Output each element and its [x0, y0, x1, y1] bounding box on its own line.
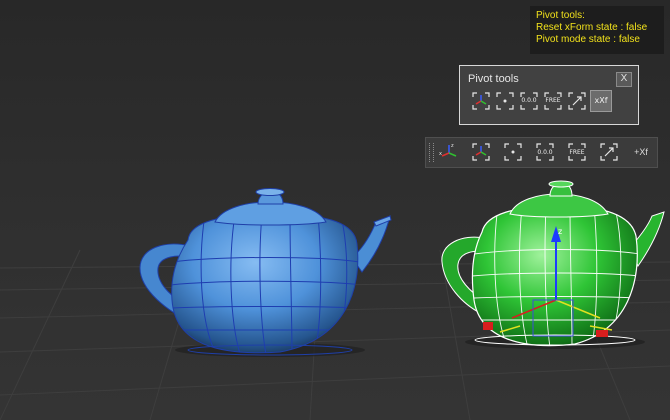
align-pivot-button[interactable] [470, 141, 492, 163]
pivot-tools-panel[interactable]: Pivot tools X 0.0.0 FREE xXf [459, 65, 639, 125]
zero-pivot-icon [520, 92, 538, 110]
reset-xform-label: xXf [594, 96, 608, 105]
scale-pivot-icon [568, 92, 586, 110]
status-pivot-mode: Pivot mode state : false [536, 34, 640, 45]
gizmo-z-label: z [558, 227, 562, 236]
viewport[interactable]: z Pivot tools: Reset xForm state : false… [0, 0, 670, 420]
panel-title: Pivot tools [468, 73, 519, 85]
xyz-axis-icon: x z [439, 143, 457, 157]
zero-pivot-button[interactable]: 0.0.0 [518, 90, 540, 112]
scene-3d[interactable]: z [0, 0, 670, 420]
scale-pivot-button[interactable] [566, 90, 588, 112]
pivot-tools-toolbar[interactable]: x z 0.0.0 FREE +Xf [425, 137, 658, 168]
reset-xform-label: +Xf [634, 147, 648, 157]
zero-pivot-button[interactable]: 0.0.0 [534, 141, 556, 163]
scale-pivot-icon [600, 143, 618, 161]
toolbar-grip-handle[interactable] [429, 143, 434, 162]
center-pivot-button[interactable] [494, 90, 516, 112]
align-pivot-button[interactable] [470, 90, 492, 112]
center-pivot-icon [496, 92, 514, 110]
svg-text:z: z [451, 143, 454, 149]
align-pivot-icon [472, 143, 490, 161]
free-pivot-icon [568, 143, 586, 161]
panel-tool-row: 0.0.0 FREE xXf [470, 90, 612, 112]
reset-xform-button[interactable]: xXf [590, 90, 612, 112]
toolbar-tool-row: x z 0.0.0 FREE +Xf [438, 141, 652, 165]
align-pivot-icon [472, 92, 490, 110]
status-title: Pivot tools: [536, 10, 585, 21]
status-overlay: Pivot tools: Reset xForm state : false P… [530, 6, 664, 54]
free-pivot-button[interactable]: FREE [566, 141, 588, 163]
center-pivot-button[interactable] [502, 141, 524, 163]
close-button[interactable]: X [616, 72, 632, 87]
free-pivot-icon [544, 92, 562, 110]
free-pivot-button[interactable]: FREE [542, 90, 564, 112]
center-pivot-icon [504, 143, 522, 161]
status-reset-xform: Reset xForm state : false [536, 22, 648, 33]
svg-text:x: x [439, 151, 442, 157]
zero-pivot-icon [536, 143, 554, 161]
scale-pivot-button[interactable] [598, 141, 620, 163]
xyz-axis-button[interactable]: x z [438, 141, 460, 163]
reset-xform-button[interactable]: +Xf [630, 141, 652, 163]
